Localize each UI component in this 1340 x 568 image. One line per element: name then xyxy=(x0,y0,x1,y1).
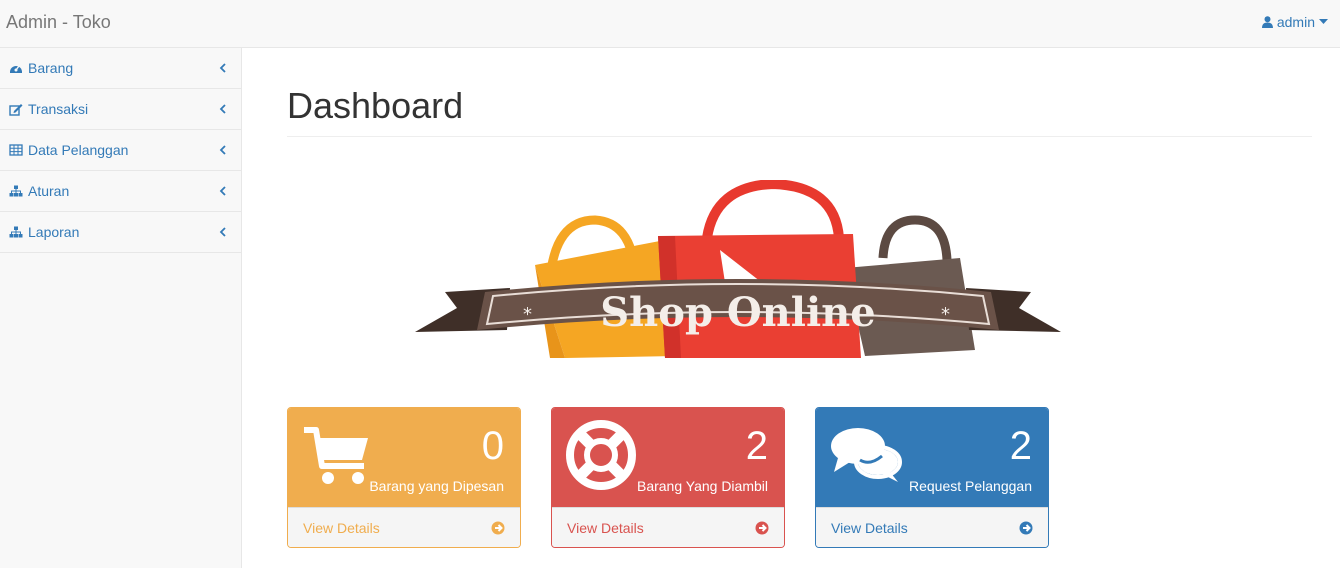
panel-caption: Request Pelanggan xyxy=(909,478,1032,494)
panel-heading: 2 Barang Yang Diambil xyxy=(552,408,784,507)
panel-heading: 0 Barang yang Dipesan xyxy=(288,408,520,507)
top-navbar: Admin - Toko admin xyxy=(0,0,1340,48)
sidebar-item-laporan[interactable]: Laporan xyxy=(0,212,241,253)
panel-value: 0 xyxy=(481,424,504,468)
view-details-link[interactable]: View Details xyxy=(552,507,784,547)
chevron-left-icon xyxy=(219,60,227,73)
panel-barang-dipesan: 0 Barang yang Dipesan View Details xyxy=(287,407,521,548)
title-divider xyxy=(287,136,1312,137)
chevron-left-icon xyxy=(219,224,227,237)
svg-text:*: * xyxy=(941,304,950,325)
arrow-circle-right-icon xyxy=(491,521,505,538)
chevron-left-icon xyxy=(219,101,227,114)
view-details-label: View Details xyxy=(303,520,380,536)
arrow-circle-right-icon xyxy=(1019,521,1033,538)
sidebar-item-transaksi[interactable]: Transaksi xyxy=(0,89,241,130)
view-details-link[interactable]: View Details xyxy=(816,507,1048,547)
caret-down-icon xyxy=(1319,19,1328,25)
user-menu-label: admin xyxy=(1276,14,1315,30)
panel-barang-diambil: 2 Barang Yang Diambil View Details xyxy=(551,407,785,548)
view-details-label: View Details xyxy=(831,520,908,536)
sidebar: Barang Transaksi Data Pelanggan Aturan L… xyxy=(0,48,242,568)
life-ring-icon xyxy=(566,420,636,493)
dashboard-icon xyxy=(8,61,24,75)
sidebar-item-label: Aturan xyxy=(28,183,70,199)
panel-caption: Barang yang Dipesan xyxy=(369,478,504,494)
logo-text: Shop Online xyxy=(600,289,875,336)
sidebar-item-label: Laporan xyxy=(28,224,80,240)
sidebar-item-barang[interactable]: Barang xyxy=(0,48,241,89)
sidebar-item-label: Barang xyxy=(28,60,74,76)
panel-heading: 2 Request Pelanggan xyxy=(816,408,1048,507)
sitemap-icon xyxy=(8,225,24,239)
shopping-cart-icon xyxy=(302,426,370,489)
user-menu[interactable]: admin xyxy=(1261,14,1328,30)
sitemap-icon xyxy=(8,184,24,198)
svg-text:*: * xyxy=(523,304,532,325)
chevron-left-icon xyxy=(219,142,227,155)
panel-value: 2 xyxy=(1009,424,1032,468)
sidebar-item-label: Transaksi xyxy=(28,101,89,117)
chevron-left-icon xyxy=(219,183,227,196)
comments-icon xyxy=(830,426,902,489)
edit-icon xyxy=(8,102,24,116)
shop-online-logo: Shop Online * * xyxy=(415,180,1061,358)
arrow-circle-right-icon xyxy=(755,521,769,538)
panel-caption: Barang Yang Diambil xyxy=(636,478,768,494)
panel-value: 2 xyxy=(745,424,768,468)
brand-title[interactable]: Admin - Toko xyxy=(6,12,111,32)
sidebar-item-data-pelanggan[interactable]: Data Pelanggan xyxy=(0,130,241,171)
table-icon xyxy=(8,143,24,157)
sidebar-item-aturan[interactable]: Aturan xyxy=(0,171,241,212)
user-icon xyxy=(1261,16,1273,28)
panel-request-pelanggan: 2 Request Pelanggan View Details xyxy=(815,407,1049,548)
view-details-label: View Details xyxy=(567,520,644,536)
sidebar-item-label: Data Pelanggan xyxy=(28,142,129,158)
view-details-link[interactable]: View Details xyxy=(288,507,520,547)
page-title: Dashboard xyxy=(287,85,464,126)
